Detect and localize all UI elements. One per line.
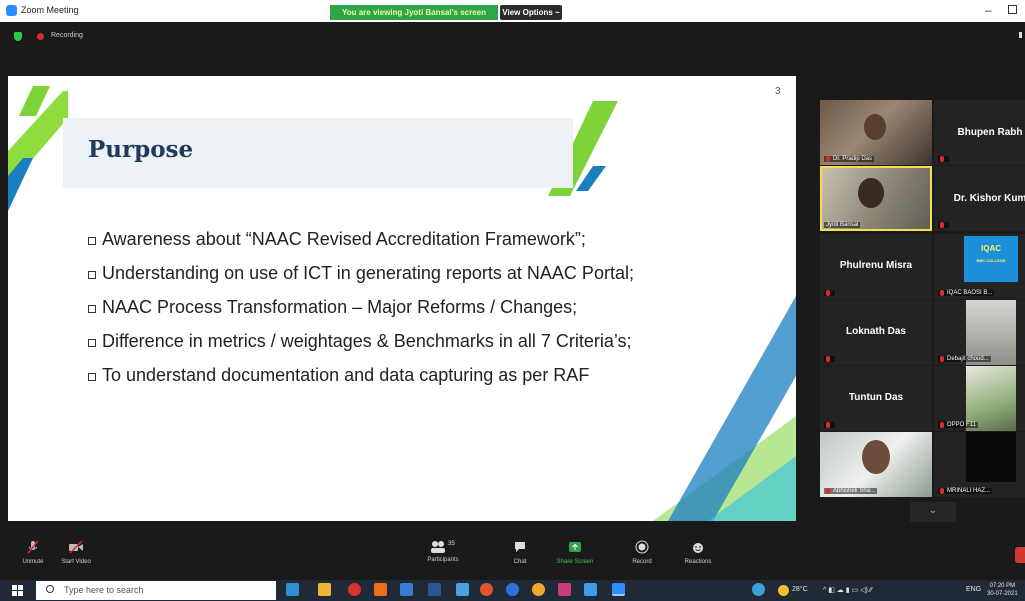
slide-number: 3 <box>775 86 781 97</box>
reactions-icon <box>693 543 703 553</box>
window-title: Zoom Meeting <box>21 5 79 15</box>
participant-video-person <box>864 114 886 140</box>
weather-icon <box>778 585 789 596</box>
reactions-button[interactable]: Reactions <box>678 540 718 565</box>
taskbar-clock[interactable]: 07:20 PM 30-07-2021 <box>987 582 1018 598</box>
participant-tile[interactable]: OPPO F11 <box>934 366 1025 431</box>
temperature: 28°C <box>792 586 808 593</box>
participant-tile[interactable]: IQAC BBK COLLEGE IQAC BAOSI B... <box>934 234 1025 299</box>
more-icon[interactable] <box>1019 32 1022 38</box>
muted-mic-icon <box>940 356 944 362</box>
participant-video <box>966 432 1016 482</box>
bullet-square-icon <box>88 338 96 347</box>
end-meeting-button[interactable] <box>1015 547 1025 563</box>
security-shield-icon[interactable] <box>14 32 22 41</box>
muted-mic-icon <box>826 488 830 494</box>
participant-name: Phulrenu Misra <box>839 260 913 271</box>
participant-name: Loknath Das <box>845 326 906 337</box>
bullet-item: NAAC Process Transformation – Major Refo… <box>88 290 634 324</box>
participants-button[interactable]: 35 Participants <box>420 540 466 563</box>
search-icon <box>46 585 54 593</box>
zoom-logo-icon <box>6 5 17 16</box>
participant-tile[interactable]: Bhupen Rabh <box>934 100 1025 165</box>
app-icon[interactable] <box>506 583 519 596</box>
bullet-item: To understand documentation and data cap… <box>88 358 634 392</box>
chat-button[interactable]: Chat <box>505 540 535 565</box>
participant-name: Dr. Kishor Kum <box>953 193 1025 204</box>
app-icon[interactable] <box>532 583 545 596</box>
store-icon[interactable] <box>400 583 413 596</box>
vlc-icon[interactable] <box>374 583 387 596</box>
unmute-button[interactable]: Unmute <box>18 540 48 565</box>
participant-tile[interactable]: Debajit choud... <box>934 300 1025 365</box>
view-options-button[interactable]: View Options ~ <box>500 5 562 20</box>
start-video-button[interactable]: Start Video <box>56 540 96 565</box>
bullet-square-icon <box>88 372 96 381</box>
muted-mic-icon <box>940 222 944 228</box>
participant-video-person <box>858 178 884 208</box>
participant-name: Bhupen Rabh <box>957 127 1023 138</box>
bullet-square-icon <box>88 270 96 279</box>
participant-tile[interactable]: Dr. Pradip Das <box>820 100 932 165</box>
participant-tile[interactable]: Phulrenu Misra <box>820 234 932 299</box>
muted-mic-icon <box>826 356 830 362</box>
file-explorer-icon[interactable] <box>318 583 331 596</box>
participant-tile[interactable]: MRINALI HAZ... <box>934 432 1025 497</box>
bullet-item: Awareness about “NAAC Revised Accreditat… <box>88 222 634 256</box>
bullet-square-icon <box>88 236 96 245</box>
participant-logo-subtext: BBK COLLEGE <box>976 258 1006 263</box>
muted-microphone-icon <box>27 540 39 554</box>
participants-count: 35 <box>448 541 455 547</box>
participant-tile-active-speaker[interactable]: Jyoti Bansal <box>820 166 932 231</box>
task-view-icon[interactable] <box>286 583 299 596</box>
app-icon[interactable] <box>584 583 597 596</box>
slide-bullet-list: Awareness about “NAAC Revised Accreditat… <box>88 222 634 392</box>
muted-mic-icon <box>826 156 830 162</box>
participant-tile[interactable]: Abhishek Sha... <box>820 432 932 497</box>
participants-icon: 35 <box>430 540 456 554</box>
system-tray-icons[interactable]: ^ ◧ ☁ ▮ ▭ ◁) ⁄⁄ <box>823 586 872 594</box>
share-screen-button[interactable]: Share Screen <box>552 540 598 565</box>
muted-mic-icon <box>940 422 944 428</box>
muted-mic-icon <box>940 290 944 296</box>
app-icon[interactable] <box>348 583 361 596</box>
chevron-down-icon[interactable]: ⌄ <box>910 502 956 522</box>
app-icon[interactable] <box>456 583 469 596</box>
language-indicator[interactable]: ENG <box>966 586 981 593</box>
participant-tile[interactable]: Dr. Kishor Kum <box>934 166 1025 231</box>
app-icon[interactable] <box>558 583 571 596</box>
muted-mic-icon <box>940 156 944 162</box>
app-icon[interactable] <box>428 583 441 596</box>
participant-tile[interactable]: Loknath Das <box>820 300 932 365</box>
video-off-icon <box>69 540 83 554</box>
chrome-icon[interactable] <box>480 583 493 596</box>
muted-mic-icon <box>826 290 830 296</box>
chat-icon <box>515 542 525 552</box>
recording-label: Recording <box>51 32 83 39</box>
maximize-icon[interactable] <box>1008 5 1017 14</box>
participant-tile[interactable]: Tuntun Das <box>820 366 932 431</box>
app-icon[interactable] <box>752 583 765 596</box>
bullet-item: Understanding on use of ICT in generatin… <box>88 256 634 290</box>
shared-screen-slide: Purpose 3 Awareness about “NAAC Revised … <box>8 76 796 521</box>
viewing-banner: You are viewing Jyoti Bansal's screen <box>330 5 498 20</box>
participant-logo-text: IQAC <box>981 244 1001 253</box>
bullet-square-icon <box>88 304 96 313</box>
participant-name: Tuntun Das <box>848 392 904 403</box>
slide-title: Purpose <box>88 136 194 163</box>
bullet-item: Difference in metrics / weightages & Ben… <box>88 324 634 358</box>
recording-dot-icon <box>37 33 44 40</box>
muted-mic-icon <box>826 422 830 428</box>
record-icon <box>635 540 649 554</box>
zoom-taskbar-icon[interactable] <box>612 583 625 596</box>
windows-start-icon[interactable] <box>12 585 23 596</box>
share-screen-icon <box>569 542 581 552</box>
muted-mic-icon <box>940 488 944 494</box>
record-button[interactable]: Record <box>625 540 659 565</box>
minimize-icon[interactable]: – <box>985 3 992 17</box>
taskbar-search-placeholder: Type here to search <box>64 585 144 595</box>
participant-video-person <box>862 440 890 474</box>
